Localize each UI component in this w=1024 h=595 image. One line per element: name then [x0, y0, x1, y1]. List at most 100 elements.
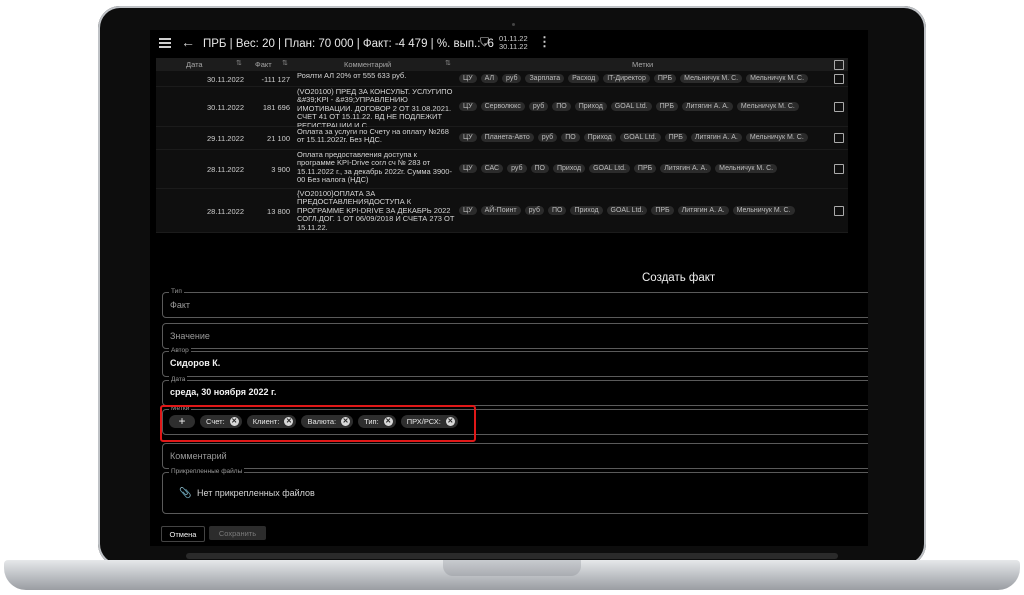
tag-chip[interactable]: САС — [480, 164, 504, 173]
tag-chip[interactable]: ПРБ — [651, 205, 674, 215]
highlight-box — [160, 405, 476, 442]
column-fact[interactable]: Факт — [255, 60, 272, 69]
row-checkbox[interactable] — [834, 101, 844, 112]
tag-chip[interactable]: Приход — [553, 164, 586, 173]
laptop-notch — [443, 560, 581, 576]
cell-date: 28.11.2022 — [207, 165, 244, 174]
tag-chip[interactable]: ЦУ — [459, 73, 477, 83]
row-checkbox[interactable] — [834, 164, 844, 174]
column-comment[interactable]: Комментарий — [344, 60, 391, 69]
tag-chip[interactable]: Мельничук М. С. — [745, 133, 808, 142]
sort-icon[interactable]: ⇅ — [282, 59, 288, 67]
tag-chip[interactable]: руб — [528, 101, 549, 111]
table-row[interactable]: 29.11.2022 21 100 Оплата за услуги по Счет… — [156, 127, 848, 150]
tag-chip[interactable]: Расход — [568, 73, 600, 83]
tag-chip[interactable]: GOAL Ltd. — [589, 164, 630, 173]
type-label: Тип — [169, 288, 184, 295]
cell-fact: 13 800 — [267, 206, 290, 216]
tag-chip[interactable]: Литягин А. А. — [660, 164, 712, 173]
tag-chip[interactable]: Приход — [583, 133, 616, 142]
row-tags: ЦУ АЛ руб Зарплата Расход IT-Директор ПРБ Мельн… — [459, 73, 829, 83]
sort-icon[interactable]: ⇅ — [236, 59, 242, 67]
tag-chip[interactable]: Мельничук М. С. — [715, 164, 778, 173]
tag-chip[interactable]: АЙ-Поинт — [480, 205, 521, 215]
tag-chip[interactable]: руб — [502, 73, 522, 83]
tag-chip[interactable]: Серволюкс — [480, 101, 525, 111]
tag-chip[interactable]: GOAL Ltd. — [619, 133, 661, 142]
author-field[interactable]: Автор Сидоров К. — [162, 347, 868, 377]
value-field[interactable]: Значение — [162, 323, 868, 349]
cell-fact: 21 100 — [267, 134, 290, 143]
date-value: среда, 30 ноября 2022 г. — [170, 387, 277, 397]
tag-chip[interactable]: IT-Директор — [603, 73, 650, 83]
tag-chip[interactable]: Мельничук М. С. — [736, 101, 799, 111]
tag-chip[interactable]: Приход — [574, 101, 607, 111]
tag-chip[interactable]: ЦУ — [459, 164, 477, 173]
type-field[interactable]: Тип Факт — [162, 288, 868, 318]
cell-date: 30.11.2022 — [207, 102, 244, 112]
cell-comment: (VO20100) ПРЕД ЗА КОНСУЛЬТ. УСЛУГИПО &#3… — [297, 87, 453, 130]
row-checkbox[interactable] — [834, 73, 844, 84]
table-row[interactable]: 30.11.2022 181 696 (VO20100) ПРЕД ЗА КОНСУ… — [156, 87, 848, 130]
tag-chip[interactable]: Мельничук М. С. — [732, 205, 795, 215]
tag-chip[interactable]: руб — [524, 205, 544, 215]
app-screen: ← ПРБ | Вес: 20 | План: 70 000 | Факт: -… — [150, 30, 868, 546]
tag-chip[interactable]: ПО — [561, 133, 580, 142]
column-date[interactable]: Дата — [186, 60, 203, 69]
tag-chip[interactable]: GOAL Ltd. — [610, 101, 652, 111]
row-checkbox[interactable] — [834, 205, 844, 216]
tag-chip[interactable]: Литягин А. А. — [677, 205, 729, 215]
arrow-left-icon[interactable]: ← — [181, 34, 195, 50]
no-files-text: Нет прикрепленных файлов — [197, 488, 315, 498]
tag-chip[interactable]: Планета-Авто — [480, 133, 534, 142]
tag-chip[interactable]: Мельничук М. С. — [746, 73, 809, 83]
tag-chip[interactable]: Зарплата — [525, 73, 565, 83]
tag-chip[interactable]: ЦУ — [459, 205, 477, 215]
cell-comment: Оплата предоставления доступа к программ… — [297, 150, 452, 185]
tag-chip[interactable]: ПО — [552, 101, 571, 111]
table-body: 30.11.2022 -111 127 Роялти АЛ 20% от 555 6… — [156, 71, 848, 233]
author-label: Автор — [169, 347, 191, 354]
table-row[interactable]: 28.11.2022 13 800 {VO20100}ОПЛАТА ЗА ПРЕДО… — [156, 189, 848, 233]
cell-comment: Оплата за услуги по Счету на оплату №268… — [297, 127, 449, 145]
row-tags: ЦУ САС руб ПО Приход GOAL Ltd. ПРБ Литягин А. А… — [459, 164, 829, 173]
row-checkbox[interactable] — [834, 133, 844, 143]
cancel-button[interactable]: Отмена — [161, 526, 205, 542]
tag-chip[interactable]: ПО — [547, 205, 567, 215]
row-tags: ЦУ Планета-Авто руб ПО Приход GOAL Ltd. ПРБ Лит… — [459, 133, 829, 142]
date-field[interactable]: Дата среда, 30 ноября 2022 г. — [162, 376, 868, 406]
hamburger-menu-icon[interactable] — [159, 38, 171, 48]
date-label: Дата — [169, 376, 188, 383]
sort-icon[interactable]: ⇅ — [445, 59, 451, 67]
tag-chip[interactable]: руб — [507, 164, 527, 173]
table-row[interactable]: 28.11.2022 3 900 Оплата предоставления дос… — [156, 150, 848, 189]
column-tags: Метки — [632, 60, 654, 69]
filter-icon[interactable]: ⛉ — [480, 35, 489, 50]
tag-chip[interactable]: ЦУ — [459, 133, 477, 142]
tag-chip[interactable]: Литягин А. А. — [681, 101, 733, 111]
comment-field[interactable]: Комментарий — [162, 443, 868, 469]
cell-fact: 3 900 — [271, 165, 290, 174]
attached-files-box[interactable]: Прикрепленные файлы 📎 Нет прикрепленных … — [162, 468, 868, 514]
type-placeholder: Факт — [170, 300, 191, 310]
tag-chip[interactable]: ЦУ — [459, 101, 477, 111]
date-range[interactable]: 01.11.22 30.11.22 — [499, 35, 528, 51]
tag-chip[interactable]: ПРБ — [653, 73, 677, 83]
tag-chip[interactable]: АЛ — [480, 73, 499, 83]
save-button[interactable]: Сохранить — [209, 526, 266, 540]
tag-chip[interactable]: Мельничук М. С. — [680, 73, 743, 83]
tag-chip[interactable]: Приход — [570, 205, 603, 215]
tag-chip[interactable]: ПРБ — [664, 133, 687, 142]
form-title: Создать факт — [642, 272, 716, 284]
tag-chip[interactable]: GOAL Ltd. — [606, 205, 648, 215]
tag-chip[interactable]: руб — [537, 133, 558, 142]
tag-chip[interactable]: ПРБ — [655, 101, 678, 111]
select-all-checkbox[interactable] — [834, 60, 844, 70]
paperclip-icon[interactable]: 📎 — [179, 488, 191, 499]
table-row[interactable]: 30.11.2022 -111 127 Роялти АЛ 20% от 555 6… — [156, 71, 848, 87]
more-vertical-icon[interactable]: ⋮ — [538, 34, 551, 50]
tag-chip[interactable]: ПО — [530, 164, 549, 173]
tag-chip[interactable]: ПРБ — [633, 164, 657, 173]
tag-chip[interactable]: Литягин А. А. — [690, 133, 742, 142]
table-header: Дата ⇅ Факт ⇅ Комментарий ⇅ Метки — [156, 58, 848, 71]
